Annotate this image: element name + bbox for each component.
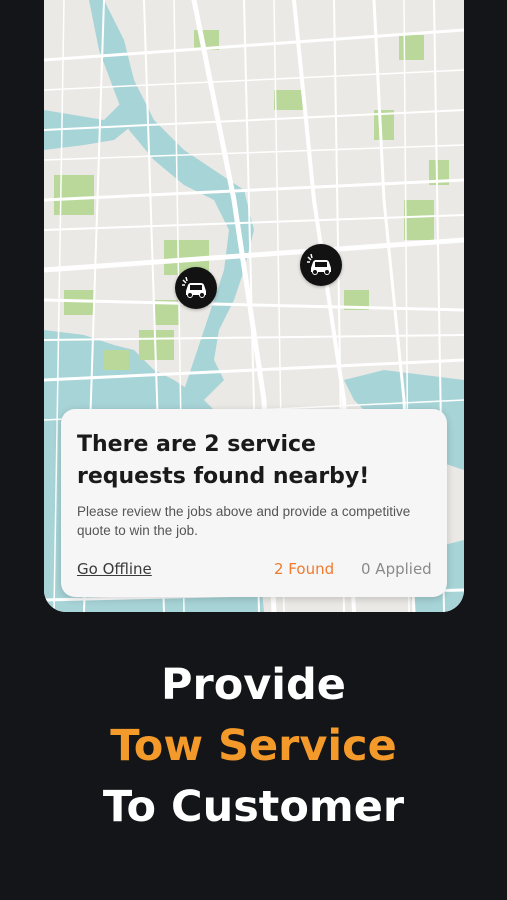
phone-screen: There are 2 service requests found nearb…	[44, 0, 464, 612]
promo-headline-line3: To Customer	[102, 782, 405, 832]
applied-count[interactable]: 0 Applied	[361, 560, 432, 578]
card-description: Please review the jobs above and provide…	[77, 504, 411, 538]
found-count[interactable]: 2 Found	[274, 560, 334, 578]
tow-request-icon	[182, 277, 206, 298]
promo-headline-line2: Tow Service	[110, 721, 397, 771]
service-request-card: There are 2 service requests found nearb…	[61, 409, 447, 597]
card-title: There are 2 service requests found nearb…	[77, 432, 370, 489]
go-offline-link[interactable]: Go Offline	[77, 560, 152, 578]
tow-request-marker[interactable]	[300, 244, 342, 286]
promo-headline-line1: Provide	[161, 660, 346, 710]
tow-request-icon	[307, 254, 331, 275]
tow-request-marker[interactable]	[175, 267, 217, 309]
